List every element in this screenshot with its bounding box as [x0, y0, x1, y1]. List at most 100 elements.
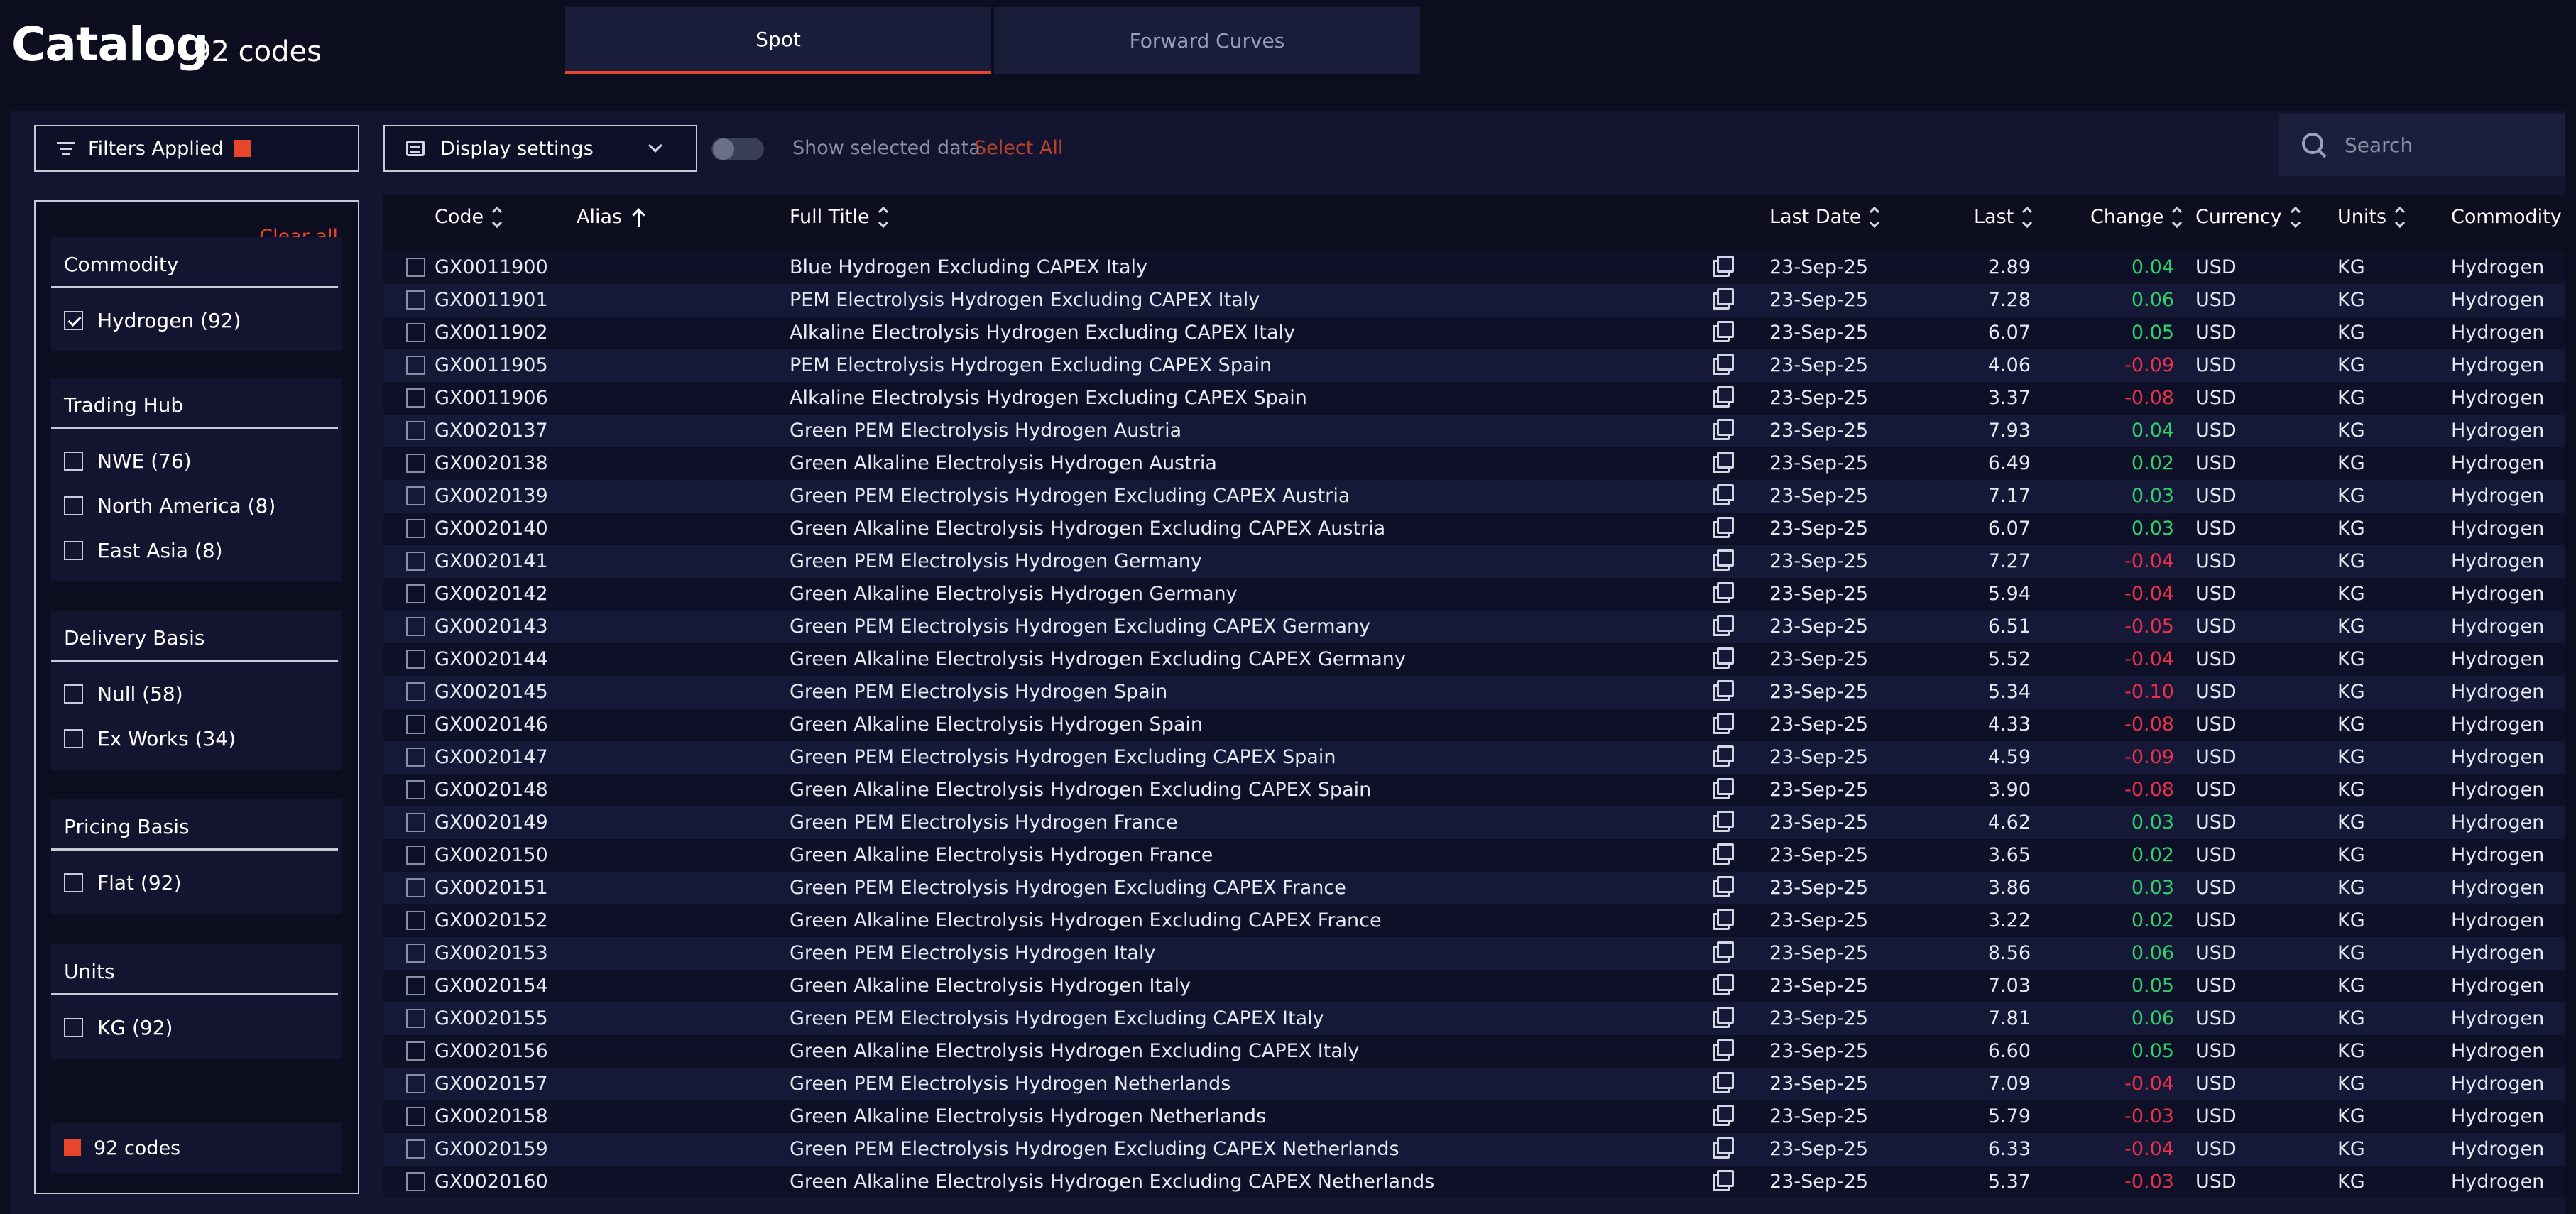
- copy-icon[interactable]: [1713, 1105, 1734, 1126]
- copy-icon[interactable]: [1713, 321, 1734, 342]
- copy-icon[interactable]: [1713, 1170, 1734, 1191]
- checkbox[interactable]: [64, 873, 83, 892]
- column-header-units[interactable]: Units: [2337, 206, 2406, 228]
- row-checkbox[interactable]: [406, 323, 425, 342]
- copy-icon[interactable]: [1713, 419, 1734, 440]
- copy-icon[interactable]: [1713, 1137, 1734, 1159]
- checkbox[interactable]: [64, 541, 83, 560]
- checkbox[interactable]: [64, 684, 83, 704]
- copy-icon[interactable]: [1713, 745, 1734, 767]
- table-row[interactable]: GX0020146 Green Alkaline Electrolysis Hyd…: [383, 709, 2565, 741]
- table-row[interactable]: GX0020140 Green Alkaline Electrolysis Hyd…: [383, 513, 2565, 545]
- checkbox[interactable]: [64, 1018, 83, 1037]
- row-checkbox[interactable]: [406, 650, 425, 669]
- table-row[interactable]: GX0020138 Green Alkaline Electrolysis Hyd…: [383, 447, 2565, 480]
- row-checkbox[interactable]: [406, 258, 425, 277]
- tab-spot[interactable]: Spot: [565, 7, 991, 74]
- table-row[interactable]: GX0011906 Alkaline Electrolysis Hydrogen …: [383, 382, 2565, 415]
- table-row[interactable]: GX0020160 Green Alkaline Electrolysis Hyd…: [383, 1166, 2565, 1198]
- table-row[interactable]: GX0020139 Green PEM Electrolysis Hydrogen…: [383, 480, 2565, 513]
- table-row[interactable]: GX0020154 Green Alkaline Electrolysis Hyd…: [383, 970, 2565, 1002]
- table-row[interactable]: GX0020144 Green Alkaline Electrolysis Hyd…: [383, 643, 2565, 676]
- table-row[interactable]: GX0020152 Green Alkaline Electrolysis Hyd…: [383, 904, 2565, 937]
- row-checkbox[interactable]: [406, 519, 425, 538]
- filter-option[interactable]: Null (58): [64, 672, 342, 716]
- row-checkbox[interactable]: [406, 976, 425, 995]
- table-row[interactable]: GX0020137 Green PEM Electrolysis Hydrogen…: [383, 415, 2565, 447]
- row-checkbox[interactable]: [406, 290, 425, 310]
- filter-option[interactable]: Flat (92): [64, 860, 342, 905]
- copy-icon[interactable]: [1713, 843, 1734, 865]
- column-header-full-title[interactable]: Full Title: [790, 206, 888, 228]
- column-header-last-date[interactable]: Last Date: [1769, 206, 1880, 228]
- table-row[interactable]: GX0020153 Green PEM Electrolysis Hydrogen…: [383, 937, 2565, 970]
- column-header-last[interactable]: Last: [1974, 206, 2033, 228]
- copy-icon[interactable]: [1713, 811, 1734, 832]
- table-row[interactable]: GX0011901 PEM Electrolysis Hydrogen Exclu…: [383, 284, 2565, 317]
- copy-icon[interactable]: [1713, 876, 1734, 897]
- copy-icon[interactable]: [1713, 1007, 1734, 1028]
- row-checkbox[interactable]: [406, 878, 425, 897]
- row-checkbox[interactable]: [406, 911, 425, 930]
- copy-icon[interactable]: [1713, 615, 1734, 636]
- show-selected-toggle[interactable]: [711, 138, 764, 160]
- row-checkbox[interactable]: [406, 584, 425, 603]
- copy-icon[interactable]: [1713, 452, 1734, 473]
- checkbox-checked[interactable]: [64, 311, 83, 330]
- filter-option[interactable]: NWE (76): [64, 439, 342, 483]
- row-checkbox[interactable]: [406, 1172, 425, 1191]
- copy-icon[interactable]: [1713, 386, 1734, 408]
- table-row[interactable]: GX0020159 Green PEM Electrolysis Hydrogen…: [383, 1133, 2565, 1166]
- column-header-alias[interactable]: Alias: [577, 206, 646, 228]
- row-checkbox[interactable]: [406, 388, 425, 408]
- copy-icon[interactable]: [1713, 1072, 1734, 1093]
- filter-option[interactable]: Ex Works (34): [64, 716, 342, 761]
- search-input[interactable]: [2345, 133, 2558, 157]
- copy-icon[interactable]: [1713, 680, 1734, 701]
- table-row[interactable]: GX0020147 Green PEM Electrolysis Hydrogen…: [383, 741, 2565, 774]
- row-checkbox[interactable]: [406, 1107, 425, 1126]
- table-row[interactable]: GX0011900 Blue Hydrogen Excluding CAPEX I…: [383, 251, 2565, 284]
- row-checkbox[interactable]: [406, 780, 425, 799]
- table-row[interactable]: GX0011902 Alkaline Electrolysis Hydrogen …: [383, 317, 2565, 349]
- copy-icon[interactable]: [1713, 256, 1734, 277]
- row-checkbox[interactable]: [406, 552, 425, 571]
- table-row[interactable]: GX0020158 Green Alkaline Electrolysis Hyd…: [383, 1100, 2565, 1133]
- column-header-currency[interactable]: Currency: [2195, 206, 2301, 228]
- row-checkbox[interactable]: [406, 421, 425, 440]
- checkbox[interactable]: [64, 729, 83, 748]
- display-settings-dropdown[interactable]: Display settings: [383, 125, 697, 172]
- row-checkbox[interactable]: [406, 1074, 425, 1093]
- copy-icon[interactable]: [1713, 647, 1734, 669]
- row-checkbox[interactable]: [406, 846, 425, 865]
- row-checkbox[interactable]: [406, 813, 425, 832]
- row-checkbox[interactable]: [406, 617, 425, 636]
- table-row[interactable]: GX0020149 Green PEM Electrolysis Hydrogen…: [383, 806, 2565, 839]
- copy-icon[interactable]: [1713, 974, 1734, 995]
- select-all-link[interactable]: Select All: [974, 137, 1063, 159]
- table-row[interactable]: GX0020141 Green PEM Electrolysis Hydrogen…: [383, 545, 2565, 578]
- table-row[interactable]: GX0020151 Green PEM Electrolysis Hydrogen…: [383, 872, 2565, 904]
- table-row[interactable]: GX0020148 Green Alkaline Electrolysis Hyd…: [383, 774, 2565, 806]
- row-checkbox[interactable]: [406, 454, 425, 473]
- table-row[interactable]: GX0020156 Green Alkaline Electrolysis Hyd…: [383, 1035, 2565, 1068]
- copy-icon[interactable]: [1713, 778, 1734, 799]
- row-checkbox[interactable]: [406, 944, 425, 963]
- table-row[interactable]: GX0020157 Green PEM Electrolysis Hydrogen…: [383, 1068, 2565, 1100]
- row-checkbox[interactable]: [406, 748, 425, 767]
- copy-icon[interactable]: [1713, 354, 1734, 375]
- table-row[interactable]: GX0020155 Green PEM Electrolysis Hydrogen…: [383, 1002, 2565, 1035]
- row-checkbox[interactable]: [406, 715, 425, 734]
- column-header-change[interactable]: Change: [2090, 206, 2183, 228]
- tab-forward-curves[interactable]: Forward Curves: [994, 7, 1420, 74]
- table-row[interactable]: GX0020142 Green Alkaline Electrolysis Hyd…: [383, 578, 2565, 611]
- copy-icon[interactable]: [1713, 582, 1734, 603]
- copy-icon[interactable]: [1713, 1039, 1734, 1061]
- checkbox[interactable]: [64, 496, 83, 515]
- checkbox[interactable]: [64, 452, 83, 471]
- copy-icon[interactable]: [1713, 713, 1734, 734]
- row-checkbox[interactable]: [406, 1041, 425, 1061]
- table-row[interactable]: GX0020145 Green PEM Electrolysis Hydrogen…: [383, 676, 2565, 709]
- column-header-commodity[interactable]: Commodity: [2451, 206, 2565, 228]
- filters-applied-button[interactable]: Filters Applied: [34, 125, 359, 172]
